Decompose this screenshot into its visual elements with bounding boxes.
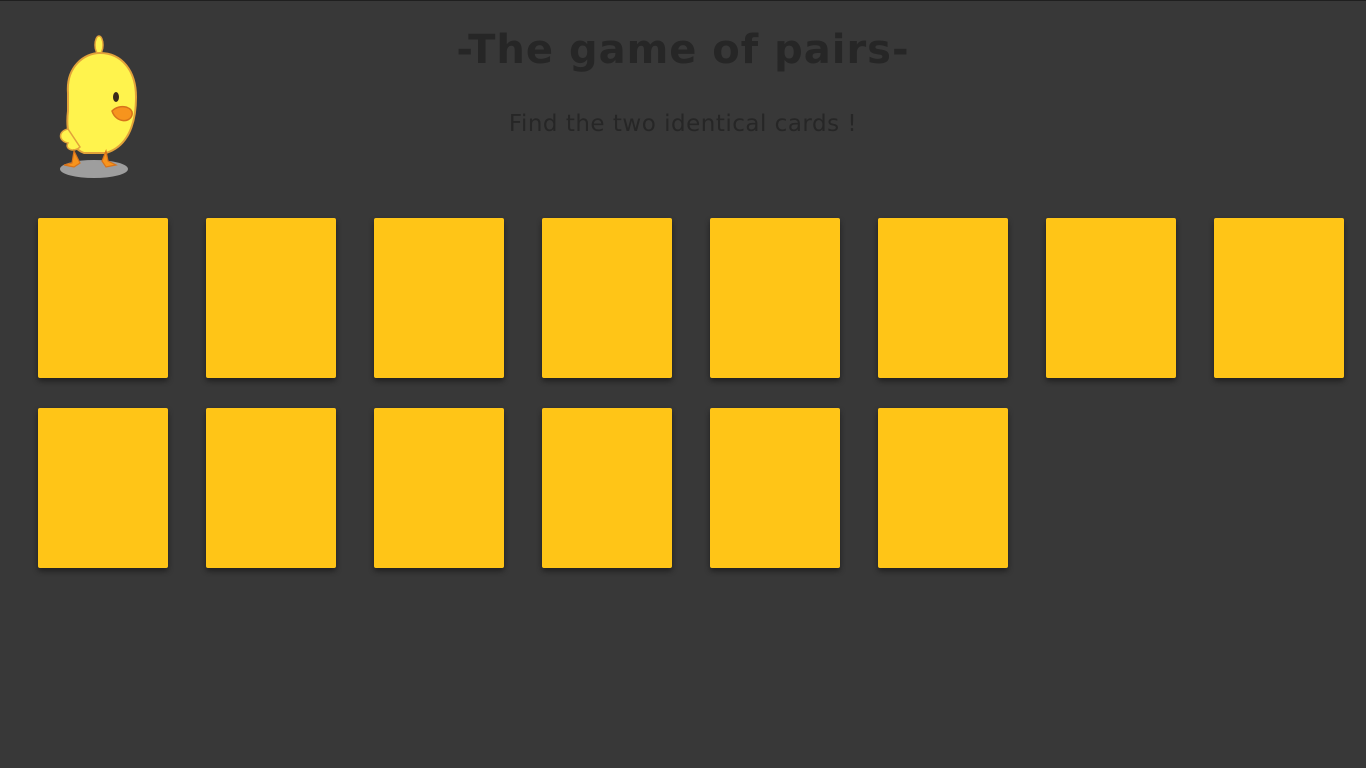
memory-card[interactable] (878, 408, 1008, 568)
card-board (38, 218, 1348, 568)
memory-card[interactable] (542, 408, 672, 568)
memory-card[interactable] (206, 218, 336, 378)
game-page: -The game of pairs- Find the two identic… (0, 0, 1366, 768)
memory-card[interactable] (878, 218, 1008, 378)
memory-card[interactable] (374, 408, 504, 568)
memory-card[interactable] (542, 218, 672, 378)
page-subtitle: Find the two identical cards ! (508, 111, 858, 137)
page-title: -The game of pairs- (456, 27, 910, 73)
memory-card[interactable] (38, 218, 168, 378)
memory-card[interactable] (38, 408, 168, 568)
memory-card[interactable] (1046, 218, 1176, 378)
memory-card[interactable] (374, 218, 504, 378)
memory-card[interactable] (206, 408, 336, 568)
memory-card[interactable] (1214, 218, 1344, 378)
memory-card[interactable] (710, 408, 840, 568)
memory-card[interactable] (710, 218, 840, 378)
